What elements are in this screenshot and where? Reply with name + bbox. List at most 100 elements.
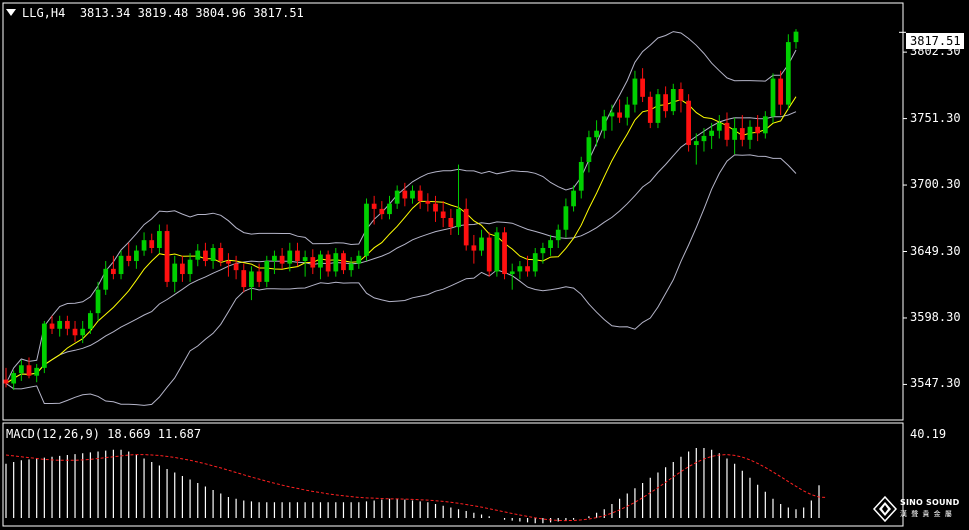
candle-body [318, 254, 323, 268]
candle-body [548, 240, 553, 248]
candle-body [249, 271, 254, 288]
candle-body [693, 141, 699, 146]
candle-body [387, 203, 392, 215]
candle-body [348, 263, 354, 271]
candle-body [578, 161, 584, 191]
price-tick-label: 3649.30 [910, 243, 961, 258]
candle-body [241, 270, 247, 288]
candle-body [440, 211, 446, 219]
candle-body [456, 208, 461, 228]
candle-body [11, 373, 17, 384]
candle-body [778, 78, 784, 105]
candle-body [594, 130, 599, 138]
ohlc-values: 3813.34 3819.48 3804.96 3817.51 [79, 6, 304, 20]
candle-body [486, 237, 492, 272]
candle-body [670, 89, 676, 112]
candle-body [180, 263, 185, 275]
candle-body [747, 126, 753, 140]
bollinger-middle-line [5, 111, 797, 384]
candle-body [34, 367, 40, 376]
candle-body [617, 112, 622, 118]
candle-body [218, 247, 224, 262]
candle-body [80, 328, 86, 336]
candle-body [402, 190, 408, 199]
candle-body [49, 323, 55, 329]
candle-body [203, 250, 208, 262]
candle-body [164, 231, 170, 282]
candle-body [609, 112, 615, 117]
candle-body [555, 229, 561, 241]
moving-average-line [5, 96, 797, 384]
candle-body [364, 203, 369, 256]
candle-body [624, 104, 630, 118]
candle-body [256, 271, 262, 282]
candle-body [709, 130, 715, 136]
current-price-box: 3817.51 [906, 33, 964, 49]
candle-body [410, 190, 415, 199]
chart-root: LLG,H4 3813.34 3819.48 3804.96 3817.51 M… [0, 0, 969, 530]
candle-body [64, 320, 70, 329]
candle-body [356, 255, 362, 264]
candle-body [540, 247, 546, 254]
candle-body [333, 253, 339, 272]
candle-body [379, 208, 385, 215]
candle-body [502, 232, 507, 275]
candle-body [471, 245, 477, 251]
price-tick-label: 3598.30 [910, 309, 961, 324]
sino-sound-logo: SINO SOUND 漢 聲 貴 金 屬 [872, 495, 964, 527]
candle-body [785, 42, 791, 105]
candle-body [187, 259, 193, 275]
macd-header: MACD(12,26,9) 18.669 11.687 [6, 427, 202, 441]
candle-body [571, 190, 576, 207]
candle-body [118, 255, 124, 275]
logo-sub: 漢 聲 貴 金 屬 [900, 510, 952, 518]
chart-header: LLG,H4 3813.34 3819.48 3804.96 3817.51 [6, 6, 304, 20]
candle-body [157, 231, 162, 248]
candle-body [341, 253, 346, 271]
candle-body [732, 128, 738, 140]
candle-body [532, 253, 538, 272]
candle-body [770, 78, 776, 117]
candle-body [226, 261, 231, 264]
candle-body [394, 190, 400, 204]
candle-body [517, 266, 523, 272]
candle-body [716, 122, 722, 131]
candle-body [325, 254, 331, 272]
candle-body [57, 320, 63, 329]
candle-body [18, 365, 24, 374]
candle-body [448, 218, 454, 228]
price-tick-label: 3751.30 [910, 110, 961, 125]
candle-body [601, 116, 607, 131]
price-panel-frame [2, 2, 904, 421]
candle-body [686, 100, 691, 146]
candle-body [111, 268, 116, 275]
candle-body [762, 116, 768, 134]
candle-body [310, 257, 316, 268]
candle-body [126, 255, 132, 262]
candle-body [264, 261, 270, 282]
candle-body [525, 266, 530, 272]
candle-body [272, 255, 277, 262]
candle-body [72, 328, 78, 336]
candle-body [632, 78, 638, 105]
candle-body [141, 240, 147, 251]
candle-body [509, 271, 515, 275]
candle-body [739, 128, 745, 140]
chart-canvas [2, 2, 907, 527]
candle-body [433, 203, 438, 212]
candle-body [287, 250, 293, 264]
candle-body [279, 255, 285, 264]
candle-body [678, 89, 684, 101]
price-tick-label: 3547.30 [910, 376, 961, 391]
candle-body [134, 250, 139, 262]
candle-body [233, 263, 239, 271]
diamond-logo-icon [872, 495, 898, 523]
candle-body [701, 135, 707, 142]
candle-body [647, 96, 653, 123]
dropdown-triangle-icon[interactable] [6, 9, 16, 16]
price-tick-label: 3700.30 [910, 177, 961, 192]
candle-body [755, 126, 761, 134]
macd-axis-max: 40.19 [910, 427, 947, 441]
candle-body [302, 257, 308, 262]
candle-body [295, 250, 300, 262]
